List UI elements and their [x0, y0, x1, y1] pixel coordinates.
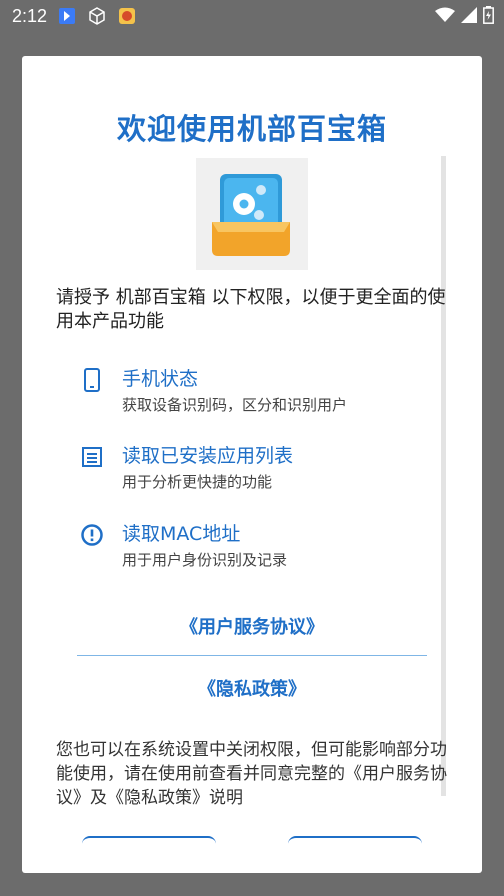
agree-button-label	[288, 838, 422, 848]
app-logo	[196, 158, 308, 270]
permission-title: 读取已安装应用列表	[122, 445, 294, 467]
permission-desc: 用于分析更快捷的功能	[122, 473, 273, 491]
agree-button[interactable]	[288, 836, 422, 873]
game-app-icon	[119, 8, 135, 24]
intro-text: 请授予 机部百宝箱 以下权限，以便于更全面的使用本产品功能	[56, 287, 446, 332]
signal-icon	[461, 7, 477, 23]
status-bar: 2:12	[0, 0, 504, 32]
disagree-button[interactable]	[82, 836, 216, 873]
permission-title: 手机状态	[122, 368, 199, 390]
wifi-icon	[435, 7, 455, 22]
status-time: 2:12	[12, 6, 48, 26]
toolbox-icon	[212, 174, 290, 256]
permission-desc: 用于用户身份识别及记录	[122, 551, 288, 569]
battery-icon	[483, 6, 494, 24]
permission-dialog: 欢迎使用机部百宝箱 请授予 机部百宝箱 以下权限，以便于更全面的使用本产品功能 …	[22, 56, 482, 873]
footer-text: 您也可以在系统设置中关闭权限，但可能影响部分功能使用，请在使用前查看并同意完整的…	[56, 740, 447, 808]
disagree-button-label	[82, 838, 216, 848]
dialog-title: 欢迎使用机部百宝箱	[116, 112, 387, 146]
cube-icon	[89, 7, 105, 25]
permission-desc: 获取设备识别码，区分和识别用户	[122, 396, 348, 414]
status-icons	[435, 6, 494, 24]
user-agreement-link[interactable]: 《用户服务协议》	[22, 613, 482, 639]
list-icon	[82, 447, 102, 467]
divider	[77, 655, 427, 656]
permission-title: 读取MAC地址	[122, 523, 241, 545]
privacy-policy-link[interactable]: 《隐私政策》	[22, 675, 482, 701]
info-icon	[81, 524, 103, 546]
nav-app-icon	[59, 8, 75, 24]
phone-icon	[84, 368, 100, 392]
